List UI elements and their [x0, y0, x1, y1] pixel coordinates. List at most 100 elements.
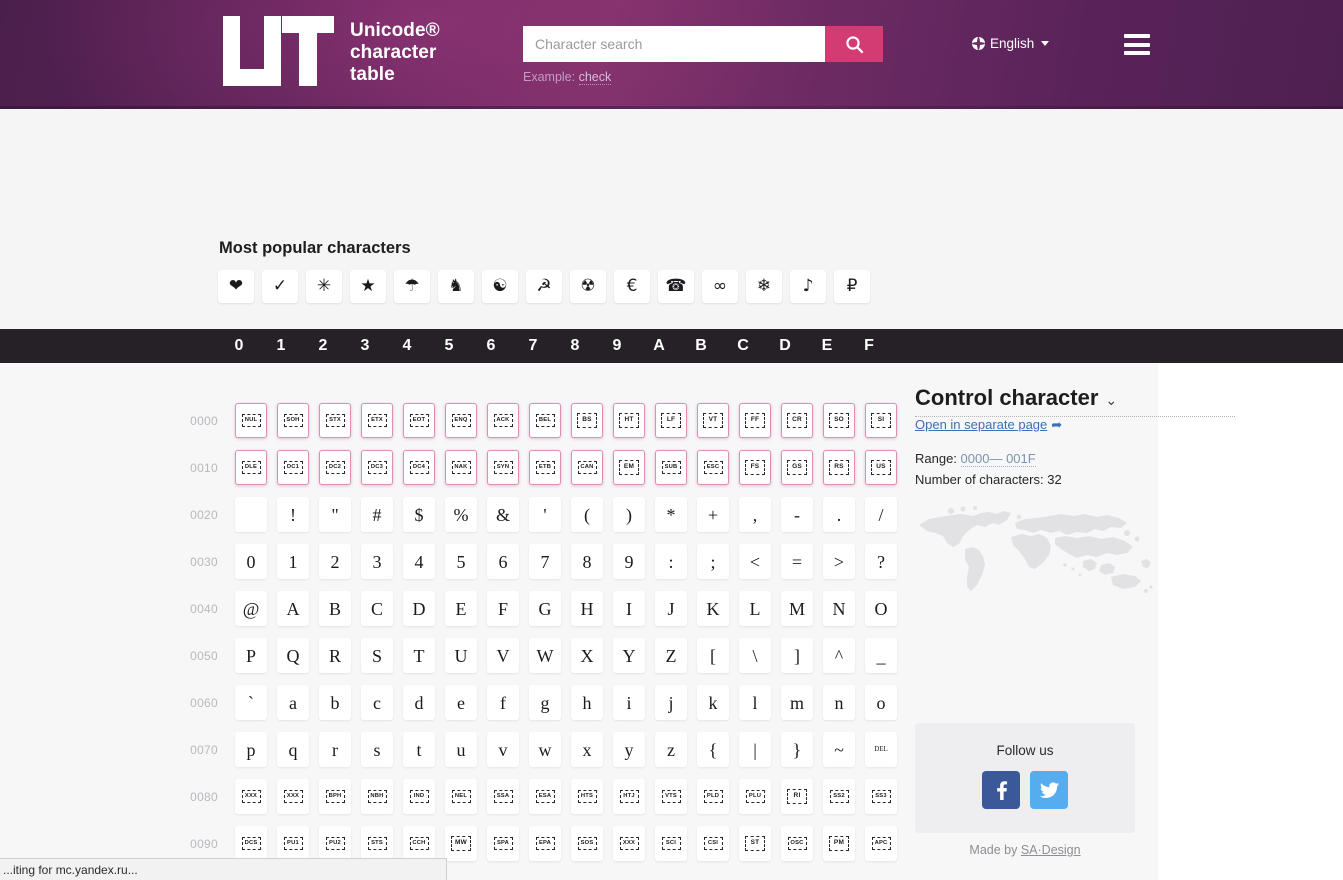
character-cell[interactable]: c [356, 679, 398, 726]
character-cell[interactable]: DC2 [314, 444, 356, 491]
character-cell[interactable]: @ [230, 585, 272, 632]
character-cell[interactable]: RS [818, 444, 860, 491]
character-cell[interactable]: T [398, 632, 440, 679]
character-cell[interactable]: SI [860, 397, 902, 444]
character-cell[interactable]: V [482, 632, 524, 679]
character-cell[interactable]: 0 [230, 538, 272, 585]
music-note-character[interactable]: ♪ [790, 270, 826, 303]
search-input[interactable] [523, 26, 825, 62]
character-cell[interactable]: CR [776, 397, 818, 444]
character-cell[interactable]: = [776, 538, 818, 585]
character-cell[interactable]: d [398, 679, 440, 726]
character-cell[interactable]: SYN [482, 444, 524, 491]
character-cell[interactable]: Y [608, 632, 650, 679]
character-cell[interactable]: * [650, 491, 692, 538]
character-cell[interactable]: HTS [566, 773, 608, 820]
character-cell[interactable]: D [398, 585, 440, 632]
character-cell[interactable]: 8 [566, 538, 608, 585]
search-example-link[interactable]: check [579, 70, 612, 85]
yin-yang-character[interactable]: ☯ [482, 270, 518, 303]
character-cell[interactable]: 7 [524, 538, 566, 585]
character-cell[interactable]: ESC [692, 444, 734, 491]
knight-character[interactable]: ♞ [438, 270, 474, 303]
search-button[interactable] [825, 26, 883, 62]
character-cell[interactable]: ) [608, 491, 650, 538]
character-cell[interactable]: I [608, 585, 650, 632]
character-cell[interactable]: NUL [230, 397, 272, 444]
character-cell[interactable]: ETB [524, 444, 566, 491]
character-cell[interactable]: - [776, 491, 818, 538]
character-cell[interactable]: O [860, 585, 902, 632]
character-cell[interactable]: j [650, 679, 692, 726]
character-cell[interactable]: ST [734, 820, 776, 867]
character-cell[interactable]: b [314, 679, 356, 726]
character-cell[interactable]: X [566, 632, 608, 679]
character-cell[interactable]: { [692, 726, 734, 773]
character-cell[interactable]: SUB [650, 444, 692, 491]
character-cell[interactable]: g [524, 679, 566, 726]
character-cell[interactable]: SS3 [860, 773, 902, 820]
site-logo[interactable]: Unicode® character table [220, 12, 440, 88]
hammer-sickle-character[interactable]: ☭ [526, 270, 562, 303]
star-character[interactable]: ★ [350, 270, 386, 303]
character-cell[interactable]: % [440, 491, 482, 538]
character-cell[interactable]: ENQ [440, 397, 482, 444]
character-cell[interactable]: DLE [230, 444, 272, 491]
character-cell[interactable]: U [440, 632, 482, 679]
character-cell[interactable]: t [398, 726, 440, 773]
twitter-link[interactable] [1030, 771, 1068, 809]
character-cell[interactable]: APC [860, 820, 902, 867]
character-cell[interactable]: Q [272, 632, 314, 679]
character-cell[interactable]: IND [398, 773, 440, 820]
check-mark-character[interactable]: ✓ [262, 270, 298, 303]
character-cell[interactable]: : [650, 538, 692, 585]
character-cell[interactable]: y [608, 726, 650, 773]
character-cell[interactable]: BS [566, 397, 608, 444]
character-cell[interactable]: # [356, 491, 398, 538]
character-cell[interactable]: DEL [860, 726, 902, 773]
character-cell[interactable]: + [692, 491, 734, 538]
character-cell[interactable]: SS2 [818, 773, 860, 820]
character-cell[interactable]: 5 [440, 538, 482, 585]
character-cell[interactable]: 9 [608, 538, 650, 585]
character-cell[interactable]: ? [860, 538, 902, 585]
character-cell[interactable]: DC3 [356, 444, 398, 491]
character-cell[interactable]: ESA [524, 773, 566, 820]
character-cell[interactable]: XXX [272, 773, 314, 820]
character-cell[interactable]: J [650, 585, 692, 632]
character-cell[interactable]: _ [860, 632, 902, 679]
character-cell[interactable]: } [776, 726, 818, 773]
euro-character[interactable]: € [614, 270, 650, 303]
character-cell[interactable]: VT [692, 397, 734, 444]
character-cell[interactable]: C [356, 585, 398, 632]
facebook-link[interactable] [982, 771, 1020, 809]
character-cell[interactable]: B [314, 585, 356, 632]
character-cell[interactable]: ETX [356, 397, 398, 444]
character-cell[interactable]: PLU [734, 773, 776, 820]
character-cell[interactable]: NEL [440, 773, 482, 820]
character-cell[interactable]: Z [650, 632, 692, 679]
character-cell[interactable]: ` [230, 679, 272, 726]
character-cell[interactable]: z [650, 726, 692, 773]
character-cell[interactable]: G [524, 585, 566, 632]
character-cell[interactable]: XXX [230, 773, 272, 820]
character-cell[interactable]: BPH [314, 773, 356, 820]
character-cell[interactable]: ( [566, 491, 608, 538]
character-cell[interactable] [230, 491, 272, 538]
character-cell[interactable]: 1 [272, 538, 314, 585]
character-cell[interactable]: l [734, 679, 776, 726]
character-cell[interactable]: " [314, 491, 356, 538]
character-cell[interactable]: & [482, 491, 524, 538]
character-cell[interactable]: DC4 [398, 444, 440, 491]
character-cell[interactable]: F [482, 585, 524, 632]
character-cell[interactable]: EOT [398, 397, 440, 444]
character-cell[interactable]: W [524, 632, 566, 679]
hamburger-menu-icon[interactable] [1124, 34, 1150, 55]
umbrella-character[interactable]: ☂ [394, 270, 430, 303]
character-cell[interactable]: ACK [482, 397, 524, 444]
character-cell[interactable]: f [482, 679, 524, 726]
character-cell[interactable]: US [860, 444, 902, 491]
character-cell[interactable]: CAN [566, 444, 608, 491]
character-cell[interactable]: S [356, 632, 398, 679]
character-cell[interactable]: \ [734, 632, 776, 679]
